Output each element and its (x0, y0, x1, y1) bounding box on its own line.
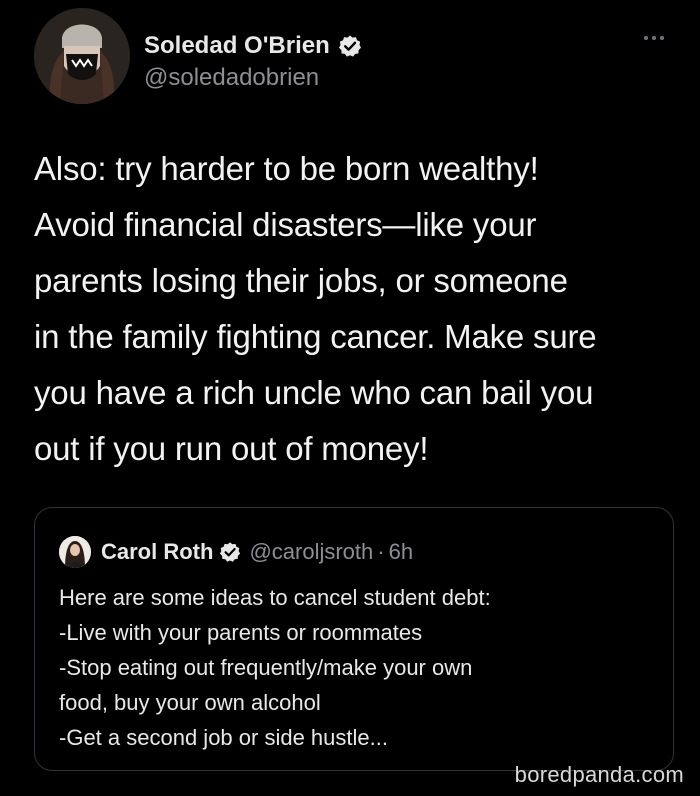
author-display-name[interactable]: Soledad O'Brien (144, 32, 330, 60)
tweet-text: Also: try harder to be born wealthy! Avo… (34, 150, 597, 467)
more-dot (644, 36, 648, 40)
verified-badge-icon (219, 541, 241, 563)
quoted-tweet-header: Carol Roth @caroljsroth · 6h (59, 536, 413, 568)
author-name-line: Soledad O'Brien (144, 32, 362, 60)
author-handle[interactable]: @soledadobrien (144, 64, 319, 92)
quoted-tweet-card[interactable]: Carol Roth @caroljsroth · 6h Here are so… (34, 507, 674, 771)
more-dot (652, 36, 656, 40)
dot-separator: · (377, 539, 385, 564)
verified-badge-icon (338, 34, 362, 58)
quoted-author-display-name: Carol Roth (101, 539, 214, 564)
author-avatar[interactable] (34, 8, 130, 104)
more-horizontal-icon[interactable] (634, 28, 674, 48)
quoted-tweet-text: Here are some ideas to cancel student de… (59, 585, 491, 750)
quoted-tweet-time: 6h (388, 539, 414, 564)
watermark: boredpanda.com (514, 762, 684, 787)
tweet-header: Soledad O'Brien @soledadobrien (34, 8, 674, 108)
quoted-author-handle: @caroljsroth (249, 539, 374, 564)
more-dot (660, 36, 664, 40)
quoted-author-avatar (59, 536, 91, 568)
